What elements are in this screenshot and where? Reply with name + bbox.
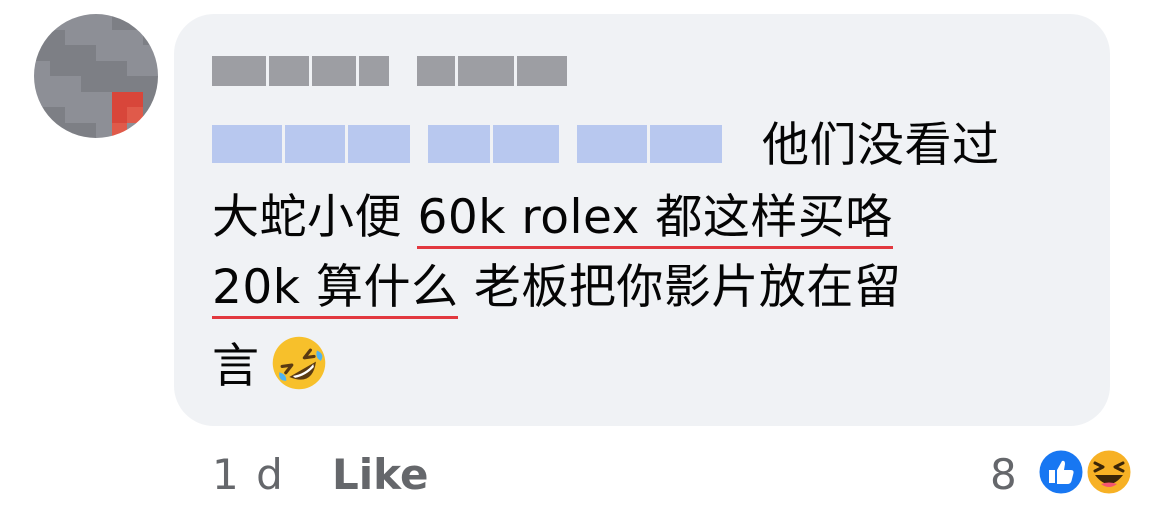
underlined-text: 60k rolex 都这样买咯: [417, 190, 893, 249]
rolling-on-the-floor-laughing-icon: [272, 336, 325, 390]
avatar[interactable]: [34, 14, 158, 138]
comment-text: 大蛇小便: [212, 190, 418, 245]
comment-text-line-3: 20k 算什么 老板把你影片放在留: [212, 256, 901, 320]
author-name-blurred[interactable]: [212, 48, 567, 94]
comment-text-line-4: 言: [212, 334, 328, 399]
timestamp[interactable]: 1 d: [212, 446, 285, 504]
mention-tag-blurred[interactable]: [212, 118, 722, 170]
comment-text: 言: [212, 339, 260, 394]
underlined-text: 20k 算什么: [212, 260, 459, 319]
comment-text-line-2: 大蛇小便 60k rolex 都这样买咯: [212, 186, 893, 250]
haha-reaction-icon[interactable]: [1084, 447, 1134, 497]
comment-text-line-1: 他们没看过: [762, 118, 1000, 173]
comment-text: 老板把你影片放在留: [458, 260, 902, 315]
reaction-count[interactable]: 8: [990, 446, 1017, 504]
thumbs-up-reaction-icon[interactable]: [1036, 447, 1086, 497]
like-button[interactable]: Like: [332, 446, 428, 504]
